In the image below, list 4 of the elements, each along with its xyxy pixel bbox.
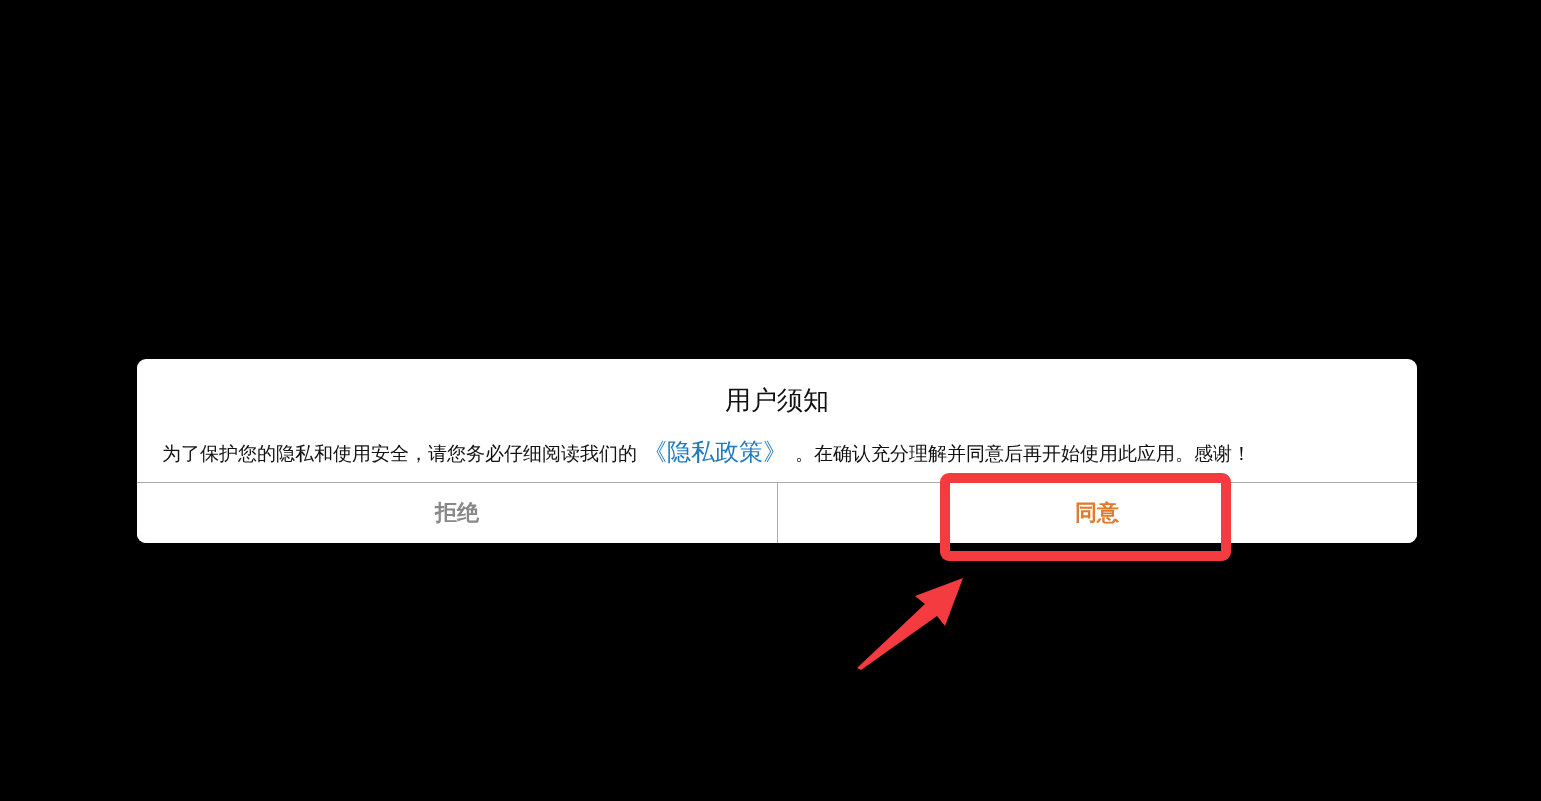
agree-button[interactable]: 同意 bbox=[776, 483, 1417, 543]
dialog-title: 用户须知 bbox=[724, 384, 830, 417]
notice-message: 为了保护您的隐私和使用安全，请您务必仔细阅读我们的 《隐私政策》 。在确认充分理解并同意后再开始使用此应用。感谢！ bbox=[161, 437, 1252, 468]
privacy-policy-link[interactable]: 《隐私政策》 bbox=[643, 438, 787, 466]
